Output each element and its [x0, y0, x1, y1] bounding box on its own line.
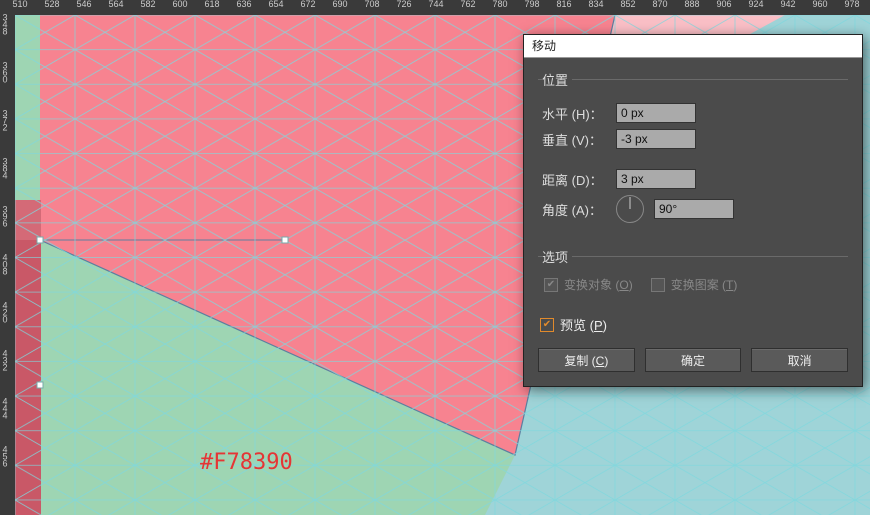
ruler-tick: 726	[396, 0, 411, 9]
ruler-tick: 546	[76, 0, 91, 9]
transform-object-label: 变换对象 (O)	[564, 276, 633, 293]
ruler-tick: 762	[460, 0, 475, 9]
transform-pattern-checkbox: 变换图案 (T)	[651, 276, 738, 293]
ruler-tick: 4 5 6	[2, 447, 8, 468]
position-group-label: 位置	[542, 70, 572, 89]
ruler-tick: 672	[300, 0, 315, 9]
vertical-label: 垂直 (V)：	[542, 130, 610, 149]
ok-button[interactable]: 确定	[645, 348, 742, 372]
ruler-tick: 924	[748, 0, 763, 9]
ruler-tick: 744	[428, 0, 443, 9]
ruler-tick: 906	[716, 0, 731, 9]
ruler-tick: 960	[812, 0, 827, 9]
ruler-tick: 978	[844, 0, 859, 9]
ruler-tick: 4 4 4	[2, 399, 8, 420]
ruler-tick: 3 4 8	[2, 15, 8, 36]
anchor-point[interactable]	[37, 237, 44, 244]
transform-pattern-label: 变换图案 (T)	[671, 276, 738, 293]
ruler-tick: 4 2 0	[2, 303, 8, 324]
ruler-tick: 942	[780, 0, 795, 9]
ruler-tick: 582	[140, 0, 155, 9]
anchor-point[interactable]	[282, 237, 289, 244]
ruler-tick: 816	[556, 0, 571, 9]
ruler-tick: 4 0 8	[2, 255, 8, 276]
ruler-tick: 870	[652, 0, 667, 9]
ruler-tick: 4 3 2	[2, 351, 8, 372]
preview-checkbox[interactable]: ✔	[540, 318, 554, 332]
preview-label: 预览 (P)	[560, 315, 607, 334]
ruler-tick: 888	[684, 0, 699, 9]
ruler-horizontal[interactable]: 510 528 546 564 582 600 618 636 654 672 690 708 726 7…	[0, 0, 870, 16]
cancel-button[interactable]: 取消	[751, 348, 848, 372]
move-dialog: 移动 位置 水平 (H)： 垂直 (V)： 距离 (D)：	[523, 34, 863, 387]
ruler-tick: 618	[204, 0, 219, 9]
ruler-tick: 600	[172, 0, 187, 9]
position-group: 位置 水平 (H)： 垂直 (V)： 距离 (D)： 角度 (A)：	[538, 70, 848, 237]
ruler-tick: 798	[524, 0, 539, 9]
ruler-tick: 780	[492, 0, 507, 9]
transform-object-checkbox: 变换对象 (O)	[544, 276, 633, 293]
distance-label: 距离 (D)：	[542, 170, 610, 189]
options-group-label: 选项	[542, 247, 572, 266]
angle-label: 角度 (A)：	[542, 200, 610, 219]
ruler-tick: 834	[588, 0, 603, 9]
ruler-tick: 708	[364, 0, 379, 9]
vertical-input[interactable]	[616, 129, 696, 149]
ruler-tick: 510	[12, 0, 27, 9]
ruler-tick: 528	[44, 0, 59, 9]
dialog-titlebar[interactable]: 移动	[524, 35, 862, 58]
ruler-tick: 654	[268, 0, 283, 9]
distance-input[interactable]	[616, 169, 696, 189]
horizontal-input[interactable]	[616, 103, 696, 123]
ruler-tick: 852	[620, 0, 635, 9]
dialog-title: 移动	[532, 39, 556, 53]
angle-dial[interactable]	[616, 195, 644, 223]
ruler-tick: 3 7 2	[2, 111, 8, 132]
ruler-tick: 3 9 6	[2, 207, 8, 228]
options-group: 选项 变换对象 (O) 变换图案 (T)	[538, 247, 848, 305]
anchor-point[interactable]	[37, 382, 44, 389]
horizontal-label: 水平 (H)：	[542, 104, 610, 123]
ruler-vertical[interactable]: 3 4 8 3 6 0 3 7 2 3 8 4 3 9 6 4 0 8 4 2 0 4 3 2…	[0, 15, 16, 515]
app-window: 510 528 546 564 582 600 618 636 654 672 690 708 726 7…	[0, 0, 870, 515]
angle-input[interactable]	[654, 199, 734, 219]
ruler-tick: 564	[108, 0, 123, 9]
ruler-tick: 636	[236, 0, 251, 9]
ruler-tick: 3 6 0	[2, 63, 8, 84]
color-annotation: #F78390	[200, 450, 293, 475]
ruler-tick: 3 8 4	[2, 159, 8, 180]
copy-button[interactable]: 复制 (C)	[538, 348, 635, 372]
ruler-tick: 690	[332, 0, 347, 9]
